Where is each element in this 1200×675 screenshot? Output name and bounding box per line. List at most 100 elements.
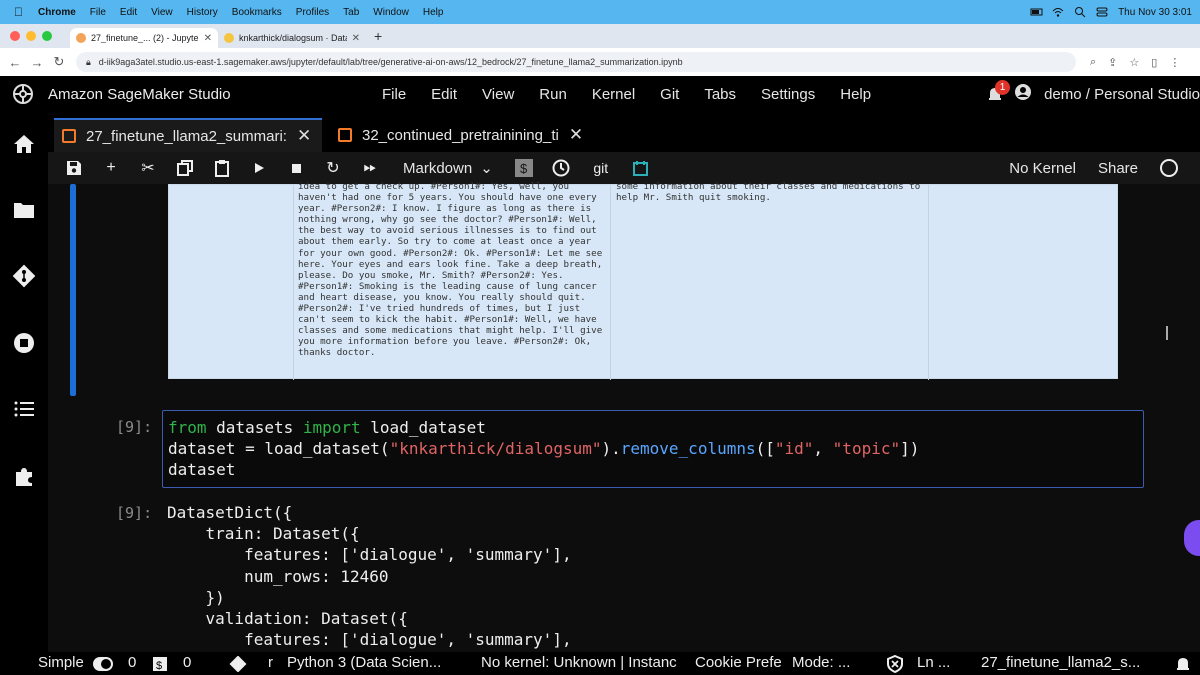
user-space-label[interactable]: demo / Personal Studio [1044, 86, 1200, 103]
kernel-name-status[interactable]: Python 3 (Data Scien... [287, 654, 441, 671]
close-tab-icon[interactable]: ✕ [352, 33, 360, 44]
dialogue-line: you more information before you leave. #… [298, 336, 592, 348]
menu-run[interactable]: Run [539, 86, 567, 103]
output-dataframe: idea to get a check up. #Person1#: Yes, … [168, 181, 1118, 380]
cookie-preferences-link[interactable]: Cookie Prefe [695, 654, 782, 671]
apple-icon[interactable]:  [14, 5, 28, 19]
menu-edit[interactable]: Edit [431, 86, 457, 103]
menubar-item-help[interactable]: Help [423, 7, 444, 18]
restart-kernel-icon[interactable]: ↻ [322, 157, 344, 179]
dialogue-line: thanks doctor. [298, 347, 376, 359]
wifi-icon[interactable] [1052, 6, 1064, 18]
code-token: dataset [168, 460, 236, 479]
menubar-item-tab[interactable]: Tab [343, 7, 359, 18]
notification-bell-icon[interactable]: 1 [986, 80, 1011, 103]
menubar-item-view[interactable]: View [151, 7, 173, 18]
menu-help[interactable]: Help [840, 86, 871, 103]
copy-icon[interactable] [174, 157, 196, 179]
scroll-indicator [1166, 326, 1168, 340]
menubar-item-edit[interactable]: Edit [120, 7, 137, 18]
macos-menubar:  Chrome File Edit View History Bookmark… [0, 0, 1200, 24]
menubar-item-profiles[interactable]: Profiles [296, 7, 329, 18]
user-avatar-icon[interactable] [1014, 83, 1034, 105]
more-menu-icon[interactable]: ⋮ [1169, 56, 1180, 69]
menubar-status-area: Thu Nov 30 3:01 [1030, 0, 1192, 24]
save-icon[interactable] [63, 157, 85, 179]
git-icon[interactable] [12, 264, 36, 288]
reload-icon[interactable]: ↻ [52, 54, 66, 70]
cell-type-dropdown[interactable]: Markdown ⌄ [403, 159, 493, 178]
code-string: "topic" [832, 439, 901, 458]
git-branch-icon[interactable] [228, 655, 248, 675]
kernel-name-label[interactable]: No Kernel [1009, 160, 1076, 177]
terminal-icon[interactable]: $ [513, 157, 535, 179]
bookmark-star-icon[interactable]: ☆ [1129, 56, 1139, 69]
notebook-content[interactable]: idea to get a check up. #Person1#: Yes, … [48, 181, 1200, 652]
menu-file[interactable]: File [382, 86, 406, 103]
dialogue-line: idea to get a check up. #Person1#: Yes, … [298, 181, 570, 192]
run-cell-icon[interactable] [248, 157, 270, 179]
browser-tab-jupyter[interactable]: 27_finetune_... (2) - JupyterL ✕ [70, 28, 218, 48]
menu-kernel[interactable]: Kernel [592, 86, 635, 103]
close-tab-icon[interactable]: ✕ [204, 33, 212, 44]
code-keyword: import [302, 418, 361, 437]
share-button[interactable]: Share [1098, 160, 1138, 177]
menubar-item-bookmarks[interactable]: Bookmarks [232, 7, 282, 18]
cut-icon[interactable]: ✂ [137, 157, 159, 179]
menubar-clock[interactable]: Thu Nov 30 3:01 [1118, 7, 1192, 18]
calendar-schedule-icon[interactable] [630, 157, 652, 179]
forward-icon[interactable]: → [30, 55, 44, 70]
menu-tabs[interactable]: Tabs [704, 86, 736, 103]
notification-bell-icon[interactable] [1174, 655, 1192, 675]
minimize-window-button[interactable] [26, 31, 36, 41]
current-file-status: 27_finetune_llama2_s... [981, 654, 1141, 671]
shield-icon[interactable] [886, 654, 904, 675]
run-all-icon[interactable]: ⏩︎ [359, 157, 381, 179]
menubar-item-file[interactable]: File [90, 7, 106, 18]
notebook-tab-finetune[interactable]: 27_finetune_llama2_summari: ✕ [54, 118, 322, 152]
notebook-tab-label: 32_continued_pretrainining_ti [362, 126, 559, 144]
menu-view[interactable]: View [482, 86, 514, 103]
dialogue-line: classes and some medications that might … [298, 325, 603, 337]
close-window-button[interactable] [10, 31, 20, 41]
browser-tab-dataset[interactable]: knkarthick/dialogsum · Datas ✕ [218, 28, 366, 48]
code-cell-editor[interactable]: from datasets import load_dataset datase… [162, 410, 1144, 488]
menubar-item-history[interactable]: History [187, 7, 218, 18]
terminal-status-icon[interactable]: $ [152, 656, 168, 675]
running-terminals-icon[interactable] [12, 331, 36, 355]
code-keyword: from [168, 418, 207, 437]
menubar-item-window[interactable]: Window [373, 7, 409, 18]
kernel-status-text: No kernel: Unknown | Instanc [481, 654, 677, 671]
history-clock-icon[interactable] [550, 157, 572, 179]
menu-settings[interactable]: Settings [761, 86, 815, 103]
battery-icon[interactable] [1030, 6, 1043, 18]
notebook-tab-pretraining[interactable]: 32_continued_pretrainining_ti ✕ [330, 118, 592, 152]
address-bar[interactable]: 🔒︎ d-iik9aga3atel.studio.us-east-1.sagem… [76, 52, 1076, 72]
side-panel-icon[interactable]: ▯ [1151, 56, 1157, 69]
back-icon[interactable]: ← [8, 55, 22, 70]
table-of-contents-icon[interactable] [12, 397, 36, 421]
share-icon[interactable]: ⇪ [1108, 56, 1117, 69]
home-icon[interactable] [12, 132, 36, 156]
maximize-window-button[interactable] [42, 31, 52, 41]
interrupt-kernel-icon[interactable] [285, 157, 307, 179]
menubar-app-name[interactable]: Chrome [38, 7, 76, 18]
dialogue-line: year. #Person2#: I know. I figure as lon… [298, 203, 592, 215]
search-icon[interactable] [1074, 6, 1086, 18]
simple-mode-toggle-icon[interactable] [92, 656, 114, 675]
folder-icon[interactable] [12, 198, 36, 222]
close-tab-icon[interactable]: ✕ [297, 126, 311, 146]
simple-mode-label[interactable]: Simple [38, 654, 84, 671]
code-text[interactable]: from datasets import load_dataset datase… [168, 417, 919, 480]
new-tab-icon[interactable]: + [374, 28, 382, 44]
control-center-icon[interactable] [1096, 6, 1108, 18]
paste-icon[interactable] [211, 157, 233, 179]
close-tab-icon[interactable]: ✕ [569, 125, 583, 145]
zoom-icon[interactable]: ⌕ [1090, 56, 1096, 69]
notebook-tab-label: 27_finetune_llama2_summari: [86, 127, 287, 145]
dialogue-line: #Person2#: I've tried hundreds of times,… [298, 303, 581, 315]
menu-git[interactable]: Git [660, 86, 679, 103]
insert-cell-icon[interactable]: + [100, 157, 122, 179]
extensions-puzzle-icon[interactable] [12, 464, 36, 488]
git-diff-button[interactable]: git [587, 157, 615, 179]
